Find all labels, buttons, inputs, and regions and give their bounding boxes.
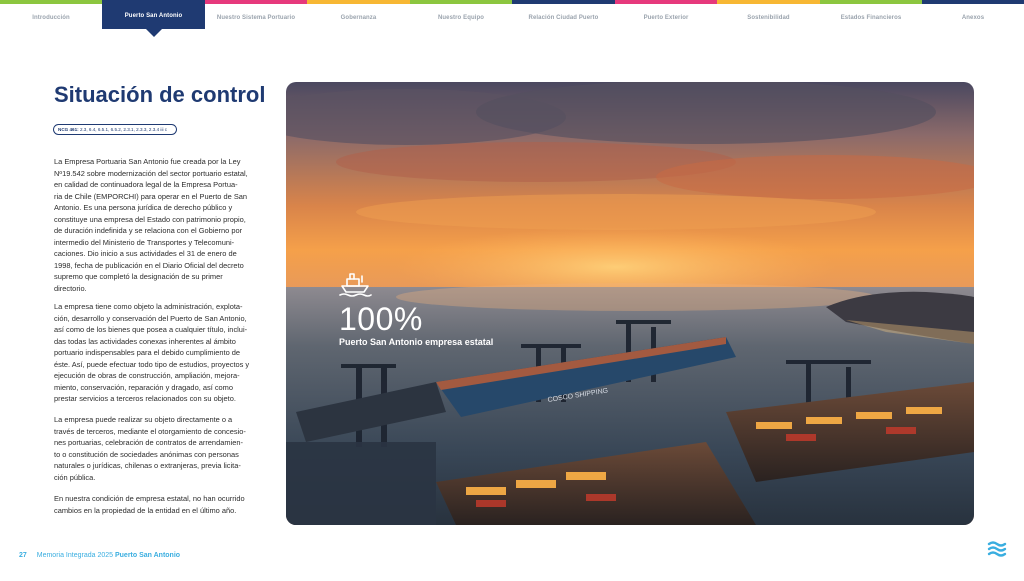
text-line: caciones. Dio inicio a sus actividades e… — [54, 249, 237, 258]
tab-color-bar — [512, 0, 615, 4]
page-title: Situación de control — [54, 82, 266, 107]
text-line: ción, desarrollo y conservación del Puer… — [54, 313, 247, 323]
ncg-codes: 2.3, 6.4, 6.5.1, 6.5.2, 2.3.1, 2.3.3, 2.… — [79, 127, 168, 132]
text-line: de duración indefinida y se relaciona co… — [54, 226, 243, 235]
text-line: cambios en la propiedad de la entidad en… — [54, 505, 237, 515]
text-line: Antonio. Es una persona jurídica de dere… — [54, 203, 233, 212]
tab-nuestro-equipo[interactable]: Nuestro Equipo — [410, 0, 512, 32]
text-line: supremo que completó la designación de s… — [54, 272, 223, 281]
ship-icon — [339, 273, 372, 297]
paragraph-1: La Empresa Portuaria San Antonio fue cre… — [54, 156, 292, 294]
tab-color-bar — [410, 0, 512, 4]
tab-gobernanza[interactable]: Gobernanza — [307, 0, 410, 32]
tab-color-bar — [307, 0, 410, 4]
paragraph-3: La empresa puede realizar su objeto dire… — [54, 414, 292, 483]
tab-anexos[interactable]: Anexos — [922, 0, 1024, 32]
tab-puerto-san-antonio[interactable]: Puerto San Antonio — [102, 0, 205, 37]
tab-label: Anexos — [961, 15, 985, 21]
tab-label: Puerto San Antonio — [124, 13, 183, 19]
tab-estados-financieros[interactable]: Estados Financieros — [820, 0, 922, 32]
paragraph-4: En nuestra condición de empresa estatal,… — [54, 493, 292, 516]
tab-introduccion[interactable]: Introducción — [0, 0, 102, 32]
text-line: en calidad de continuadora legal de la E… — [54, 180, 238, 189]
footer: 27 Memoria Integrada 2025 Puerto San Ant… — [19, 552, 180, 559]
tab-label: Puerto Exterior — [643, 15, 689, 21]
page-number: 27 — [19, 552, 27, 559]
tab-color-bar — [717, 0, 820, 4]
text-line: directorio. — [54, 283, 87, 293]
top-navigation: Introducción Puerto San Antonio Nuestro … — [0, 0, 1024, 37]
text-line: ción pública. — [54, 472, 96, 482]
tab-label: Estados Financieros — [840, 15, 902, 21]
text-line: constituye una empresa del Estado con pa… — [54, 214, 246, 224]
tab-label: Nuestro Sistema Portuario — [216, 15, 296, 21]
text-line: Nº19.542 sobre modernización del sector … — [54, 168, 248, 178]
text-line: así como de los bienes que posea a cualq… — [54, 325, 248, 334]
tab-label: Introducción — [32, 15, 70, 21]
ncg-reference-badge: NCG 461: 2.3, 6.4, 6.5.1, 6.5.2, 2.3.1, … — [53, 124, 177, 135]
tab-color-bar — [0, 0, 102, 4]
text-line: La empresa puede realizar su objeto dire… — [54, 415, 233, 424]
text-line: portuario indispensables para el debido … — [54, 348, 241, 357]
tab-relacion-ciudad-puerto[interactable]: Relación Ciudad Puerto — [512, 0, 615, 32]
text-line: ejecución de obras de construcción, ampl… — [54, 371, 240, 380]
text-line: 1998, fecha de publicación en el Diario … — [54, 260, 244, 270]
text-line: través de terceros, mediante el otorgami… — [54, 426, 246, 436]
tab-color-bar — [205, 0, 307, 4]
stat-value: 100% — [339, 301, 423, 337]
paragraph-2: La empresa tiene como objeto la administ… — [54, 301, 292, 405]
tab-color-bar — [820, 0, 922, 4]
text-line: miento, conservación, reparación y draga… — [54, 382, 234, 392]
tab-sostenibilidad[interactable]: Sostenibilidad — [717, 0, 820, 32]
text-line: La Empresa Portuaria San Antonio fue cre… — [54, 157, 241, 166]
tab-nuestro-sistema-portuario[interactable]: Nuestro Sistema Portuario — [205, 0, 307, 32]
text-line: éste. Así, puede efectuar todo tipo de e… — [54, 359, 250, 369]
text-line: nes portuarias, celebración de contratos… — [54, 438, 243, 447]
active-tab-caret-icon — [145, 29, 162, 37]
text-line: intermedio del Ministerio de Transportes… — [54, 237, 235, 247]
tab-label: Relación Ciudad Puerto — [528, 15, 599, 21]
text-line: to o constitución de sociedades anónimas… — [54, 449, 239, 459]
stat-label: Puerto San Antonio empresa estatal — [339, 337, 494, 347]
text-line: En nuestra condición de empresa estatal,… — [54, 494, 245, 503]
text-line: ria de Chile (EMPORCHI) para operar en e… — [54, 191, 248, 201]
ncg-label: NCG 461: — [58, 127, 79, 132]
tab-color-bar — [922, 0, 1024, 4]
report-name: Memoria Integrada 2025 — [36, 552, 114, 559]
text-line: La empresa tiene como objeto la administ… — [54, 302, 243, 311]
text-line: prestar servicios a terceros relacionado… — [54, 394, 236, 403]
text-line: naturales o jurídicas, chilenas o extran… — [54, 461, 241, 470]
footer-port-name: Puerto San Antonio — [114, 552, 181, 559]
tab-label: Nuestro Equipo — [437, 15, 485, 21]
tab-color-bar — [615, 0, 717, 4]
tab-label: Sostenibilidad — [747, 15, 790, 21]
waves-logo-icon[interactable] — [987, 540, 1007, 560]
tab-puerto-exterior[interactable]: Puerto Exterior — [615, 0, 717, 32]
tab-label: Gobernanza — [340, 15, 377, 21]
text-line: das todas las actividades conexas inhere… — [54, 336, 236, 346]
